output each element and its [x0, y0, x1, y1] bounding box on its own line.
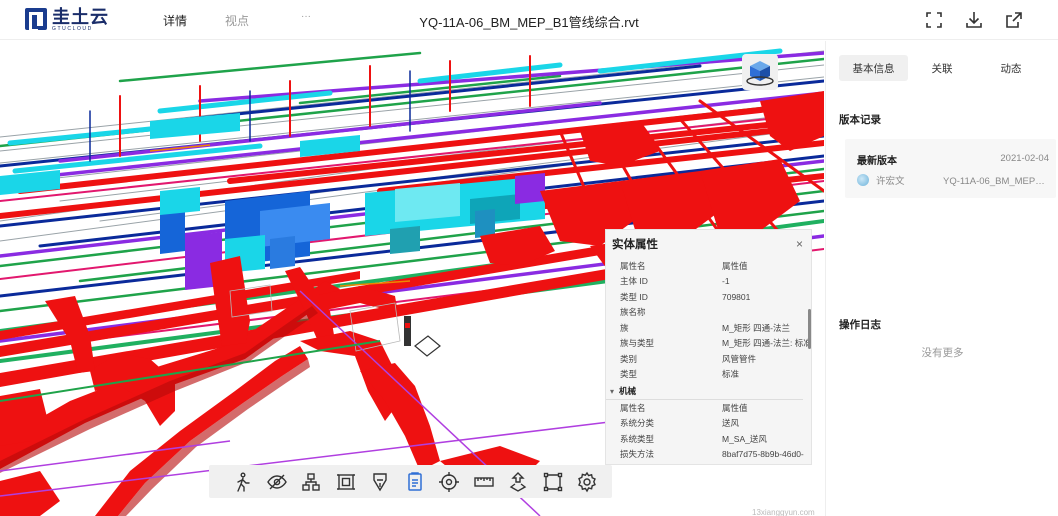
section-box-icon [336, 473, 355, 490]
box-select-button[interactable] [536, 465, 571, 498]
property-row: 族 M_矩形 四通-法兰 [620, 322, 791, 333]
version-date: 2021-02-04 [1000, 153, 1049, 164]
bottom-toolbar [209, 465, 612, 498]
no-more-text: 没有更多 [921, 347, 964, 359]
select-box-icon [543, 472, 562, 491]
walk-icon [237, 472, 250, 492]
properties-title: 实体属性 [612, 239, 658, 251]
property-group-mechanical[interactable]: ▾ 机械 [606, 383, 803, 400]
tab-detail[interactable]: 详情 [163, 12, 187, 29]
measure-pen-icon [373, 472, 387, 491]
file-title: YQ-11A-06_BM_MEP_B1管线综合.rvt [419, 15, 639, 30]
avatar [857, 174, 869, 186]
info-tabs: 基本信息 关联 动态 [826, 53, 1058, 83]
operation-log-title: 操作日志 [839, 319, 881, 331]
share-icon[interactable] [1003, 9, 1025, 31]
tree-icon [302, 472, 320, 491]
logo-sub: GTUCLOUD [52, 26, 93, 32]
property-row: 族与类型 M_矩形 四通-法兰: 标准 [620, 338, 811, 349]
version-user: 许宏文 [876, 176, 905, 187]
property-row: 系统类型 M_SA_送风 [620, 433, 767, 444]
properties-header-row: 属性名 属性值 [620, 260, 748, 271]
property-row: 族名称 [620, 307, 646, 318]
property-row: 系统分类 送风 [620, 418, 740, 429]
property-row: 类型 ID 709801 [620, 291, 751, 302]
top-bar: 圭土云 GTUCLOUD 详情 视点 ··· YQ-11A-06_BM_MEP_… [0, 0, 1058, 40]
hide-button[interactable] [260, 465, 295, 498]
tab-viewpoint[interactable]: 视点 [225, 12, 249, 29]
model-viewport[interactable]: 实体属性 × 属性名 属性值 主体 ID -1 类型 ID 709801 族名称 族… [0, 41, 824, 516]
info-panel: 基本信息 关联 动态 版本记录 最新版本 2021-02-04 许宏文 YQ-1… [825, 41, 1058, 516]
watermark: 13xianggyun.com [752, 508, 815, 516]
section-box-button[interactable] [329, 465, 364, 498]
target-icon [439, 471, 460, 492]
explode-button[interactable] [501, 465, 536, 498]
version-card[interactable]: 最新版本 2021-02-04 许宏文 YQ-11A-06_BM_MEP_B1管… [845, 139, 1056, 198]
view-cube-icon[interactable] [742, 54, 778, 90]
measure-button[interactable] [467, 465, 502, 498]
focus-button[interactable] [432, 465, 467, 498]
more-menu-button[interactable]: ··· [301, 11, 311, 22]
tab-activity[interactable]: 动态 [989, 55, 1033, 81]
logo-name: 圭土云 [52, 7, 109, 27]
chevron-down-icon: ▾ [610, 386, 615, 396]
settings-icon [578, 471, 597, 492]
property-row: 损失方法 8baf7d75-8b9b-46d0- [620, 449, 804, 460]
app-logo[interactable]: 圭土云 GTUCLOUD [25, 8, 109, 32]
logo-mark-icon [25, 8, 47, 32]
hide-icon [266, 474, 287, 489]
explode-icon [509, 471, 527, 492]
ruler-icon [474, 476, 494, 487]
properties-button[interactable] [398, 465, 433, 498]
markup-button[interactable] [363, 465, 398, 498]
close-icon[interactable]: × [796, 237, 803, 251]
properties-panel: 实体属性 × 属性名 属性值 主体 ID -1 类型 ID 709801 族名称 族… [605, 229, 812, 465]
version-file: YQ-11A-06_BM_MEP_B1管线综合.rvt [943, 176, 1046, 187]
fullscreen-icon[interactable] [923, 9, 945, 31]
version-history-title: 版本记录 [839, 114, 881, 126]
tab-basic-info[interactable]: 基本信息 [839, 55, 908, 81]
model-tree-button[interactable] [294, 465, 329, 498]
settings-button[interactable] [570, 465, 605, 498]
property-row: 类型 标准 [620, 369, 740, 380]
properties-scrollbar[interactable] [808, 309, 811, 349]
download-icon[interactable] [963, 9, 985, 31]
tab-relations[interactable]: 关联 [920, 55, 964, 81]
walk-button[interactable] [225, 465, 260, 498]
properties-icon [408, 471, 422, 491]
property-row: 主体 ID -1 [620, 276, 730, 287]
properties-header-row: 属性名 属性值 [620, 402, 748, 413]
property-row: 类别 风管管件 [620, 353, 757, 364]
latest-version-label: 最新版本 [857, 156, 897, 167]
